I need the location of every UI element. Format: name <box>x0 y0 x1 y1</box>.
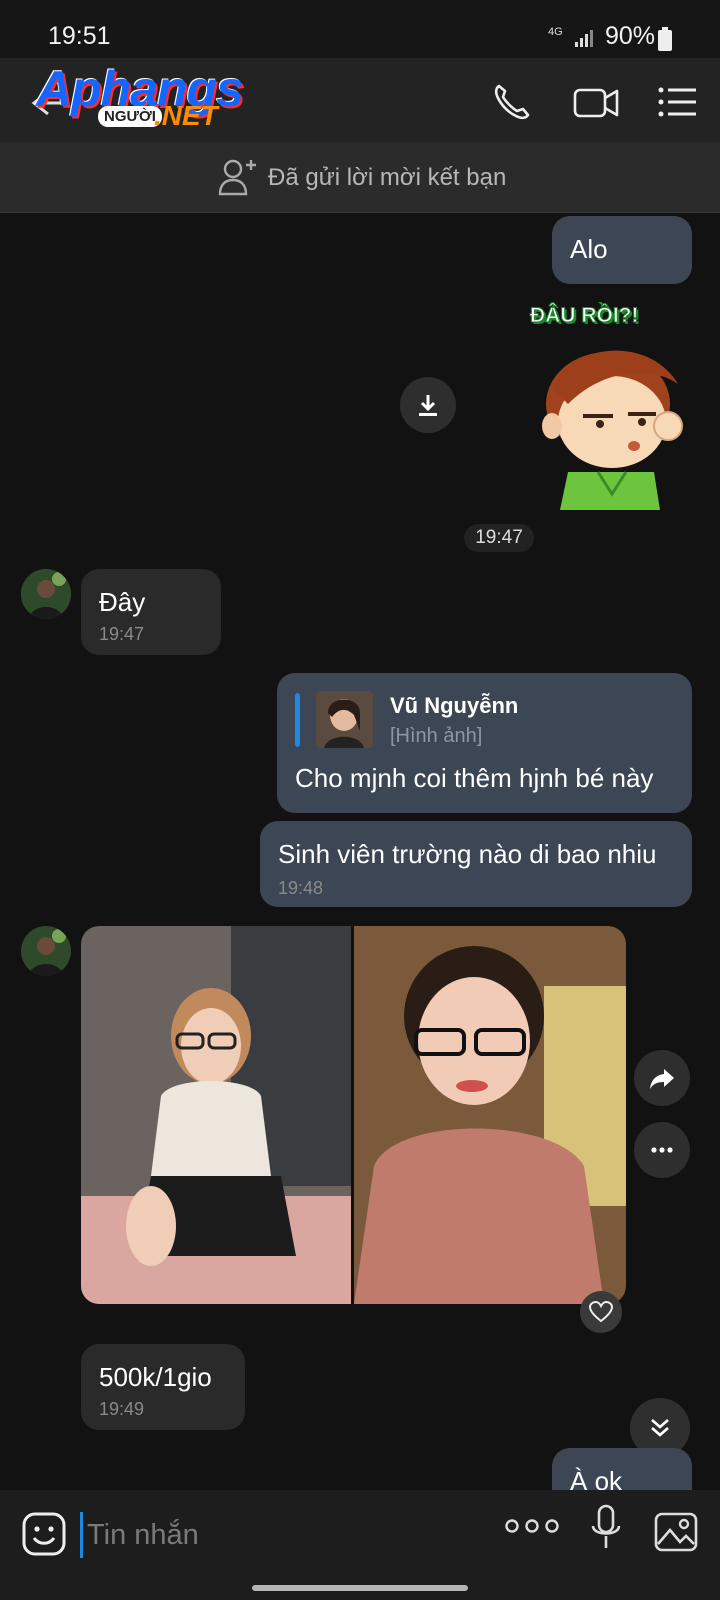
partial-message-clip: À ok <box>552 1448 692 1490</box>
double-chevron-down-icon <box>651 1419 669 1437</box>
signal-icon <box>575 30 593 47</box>
message-time: 19:49 <box>99 1399 145 1419</box>
quoted-sender-name: Vũ Nguyễnn <box>390 693 519 718</box>
battery-percent: 90% <box>605 22 656 50</box>
site-logo: Aphangs NGƯỜI .NET <box>36 60 256 140</box>
banner-text: Đã gửi lời mời kết bạn <box>268 164 507 191</box>
network-type: 4G <box>548 26 563 38</box>
phone-icon <box>494 84 530 120</box>
message-bubble[interactable]: Đây 19:47 <box>81 569 221 655</box>
download-icon <box>419 395 437 416</box>
call-button[interactable] <box>490 80 534 124</box>
share-arrow-icon <box>650 1069 674 1089</box>
friend-request-banner[interactable]: Đã gửi lời mời kết bạn <box>0 142 720 213</box>
chat-header: Aphangs NGƯỜI .NET <box>0 58 720 142</box>
message-text: Cho mjnh coi thêm hjnh bé này <box>295 763 654 793</box>
forward-button[interactable] <box>634 1050 690 1106</box>
message-text: Đây <box>99 587 146 617</box>
message-time: 19:47 <box>99 624 145 644</box>
status-bar: 19:51 4G 90% <box>0 0 720 58</box>
download-button[interactable] <box>400 377 456 433</box>
heart-icon <box>588 1300 614 1323</box>
logo-badge: NGƯỜI <box>98 106 162 127</box>
message-text: À ok <box>570 1466 623 1490</box>
message-text: 500k/1gio <box>99 1362 212 1392</box>
avatar-image <box>21 926 71 976</box>
sticker[interactable]: ĐÂU RỒI?! <box>520 296 696 516</box>
more-dots-icon <box>651 1147 673 1153</box>
avatar-image <box>21 569 71 619</box>
microphone-icon[interactable] <box>590 1504 622 1554</box>
chat-options-button[interactable] <box>656 80 700 124</box>
message-bubble[interactable]: 500k/1gio 19:49 <box>81 1344 245 1430</box>
message-input[interactable] <box>80 1512 489 1558</box>
add-friend-icon <box>218 159 256 196</box>
photo-album[interactable] <box>81 926 626 1304</box>
list-menu-icon <box>658 87 696 117</box>
message-bubble[interactable]: Alo <box>552 216 692 284</box>
home-indicator[interactable] <box>252 1585 468 1591</box>
contact-avatar[interactable] <box>21 569 71 619</box>
message-text: Sinh viên trường nào di bao nhiu <box>278 839 657 869</box>
message-time: 19:48 <box>278 878 324 898</box>
timestamp-pill: 19:47 <box>464 524 534 552</box>
quoted-image-thumbnail <box>316 691 373 748</box>
video-call-button[interactable] <box>573 80 621 124</box>
quoted-content-type: [Hình ảnh] <box>390 725 483 747</box>
message-text: Alo <box>570 234 608 264</box>
sticker-emoji-button[interactable] <box>22 1512 66 1556</box>
photo-2[interactable] <box>354 926 626 1304</box>
message-composer <box>0 1490 720 1600</box>
sticker-character-image <box>542 350 683 510</box>
photo-1[interactable] <box>81 926 351 1304</box>
logo-net: .NET <box>154 100 218 131</box>
more-actions-icon[interactable] <box>504 1518 560 1534</box>
battery-icon <box>658 27 672 51</box>
react-button[interactable] <box>580 1291 622 1333</box>
sticker-caption: ĐÂU RỒI?! <box>530 304 639 328</box>
quote-bar <box>295 693 300 747</box>
reply-message-bubble[interactable]: Vũ Nguyễnn [Hình ảnh] Cho mjnh coi thêm … <box>277 673 692 813</box>
gallery-image-icon[interactable] <box>654 1510 698 1554</box>
more-options-button[interactable] <box>634 1122 690 1178</box>
message-bubble[interactable]: À ok <box>552 1448 692 1490</box>
contact-avatar[interactable] <box>21 926 71 976</box>
status-time: 19:51 <box>48 22 111 50</box>
message-bubble[interactable]: Sinh viên trường nào di bao nhiu 19:48 <box>260 821 692 907</box>
video-camera-icon <box>573 88 619 118</box>
